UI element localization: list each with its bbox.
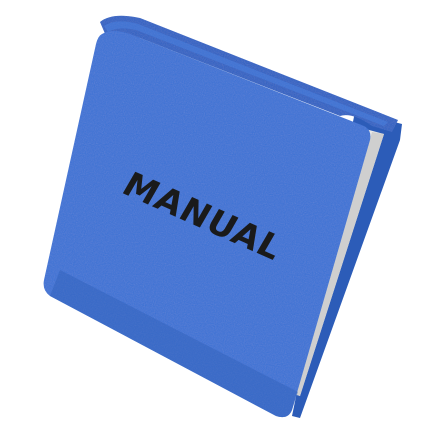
book-illustration: MANUAL [0, 0, 440, 440]
book-icon: MANUAL [43, 15, 402, 418]
